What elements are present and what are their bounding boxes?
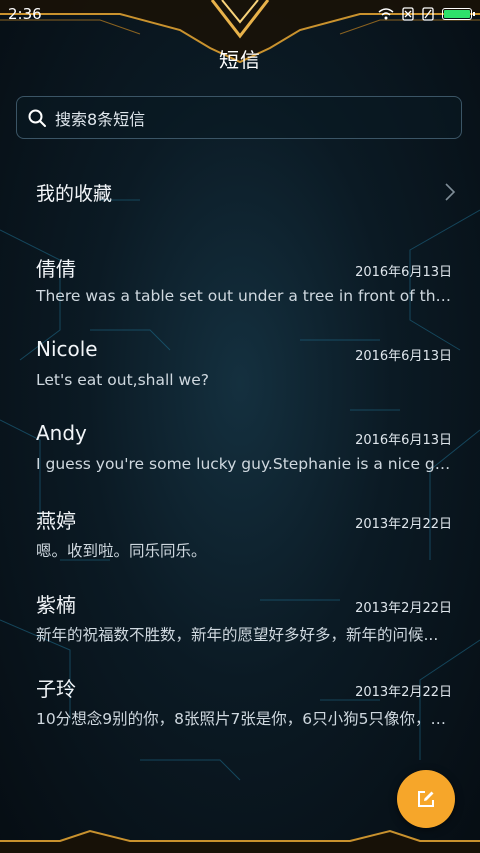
message-date: 2016年6月13日 bbox=[355, 349, 452, 364]
contact-name: 倩倩 bbox=[36, 257, 76, 281]
favorites-entry[interactable]: 我的收藏 bbox=[36, 170, 456, 214]
search-placeholder: 搜索8条短信 bbox=[55, 109, 146, 129]
status-bar: 2:36 bbox=[0, 0, 480, 28]
contact-name: Andy bbox=[36, 421, 87, 445]
sim-off-icon bbox=[402, 7, 414, 21]
message-date: 2016年6月13日 bbox=[355, 265, 452, 280]
page-title: 短信 bbox=[219, 48, 261, 72]
message-snippet: 10分想念9别的你，8张照片7张是你，6只小狗5只像你，4... bbox=[36, 710, 452, 728]
message-date: 2013年2月22日 bbox=[355, 685, 452, 700]
contact-name: 子玲 bbox=[36, 677, 76, 701]
message-snippet: Let's eat out,shall we? bbox=[36, 371, 209, 389]
message-date: 2013年2月22日 bbox=[355, 601, 452, 616]
status-icons bbox=[378, 7, 475, 21]
search-icon bbox=[28, 109, 46, 127]
conversation-item[interactable]: Nicole 2016年6月13日 Let's eat out,shall we… bbox=[36, 337, 456, 407]
compose-button[interactable] bbox=[397, 770, 455, 828]
no-signal-icon bbox=[422, 7, 434, 21]
conversation-item[interactable]: 倩倩 2016年6月13日 There was a table set out … bbox=[36, 253, 456, 323]
battery-icon bbox=[442, 8, 475, 20]
chevron-right-icon bbox=[445, 183, 456, 201]
message-date: 2016年6月13日 bbox=[355, 433, 452, 448]
battery-level-fill bbox=[444, 10, 470, 18]
message-snippet: 嗯。收到啦。同乐同乐。 bbox=[36, 542, 207, 560]
conversation-item[interactable]: 燕婷 2013年2月22日 嗯。收到啦。同乐同乐。 bbox=[36, 505, 456, 575]
conversation-item[interactable]: 紫楠 2013年2月22日 新年的祝福数不胜数，新年的愿望好多好多，新年的问候.… bbox=[36, 589, 456, 659]
compose-icon bbox=[418, 791, 434, 807]
message-date: 2013年2月22日 bbox=[355, 517, 452, 532]
status-time: 2:36 bbox=[8, 5, 42, 23]
conversation-item[interactable]: 子玲 2013年2月22日 10分想念9别的你，8张照片7张是你，6只小狗5只像… bbox=[36, 673, 456, 743]
message-snippet: I guess you're some lucky guy.Stephanie … bbox=[36, 455, 452, 473]
conversation-item[interactable]: Andy 2016年6月13日 I guess you're some luck… bbox=[36, 421, 456, 491]
message-snippet: There was a table set out under a tree i… bbox=[36, 287, 452, 305]
favorites-label: 我的收藏 bbox=[36, 182, 113, 205]
contact-name: Nicole bbox=[36, 337, 98, 361]
message-snippet: 新年的祝福数不胜数，新年的愿望好多好多，新年的问候... bbox=[36, 626, 439, 644]
wifi-icon bbox=[378, 8, 394, 20]
search-bar[interactable]: 搜索8条短信 bbox=[16, 96, 462, 139]
contact-name: 燕婷 bbox=[36, 509, 76, 533]
contact-name: 紫楠 bbox=[36, 593, 76, 617]
